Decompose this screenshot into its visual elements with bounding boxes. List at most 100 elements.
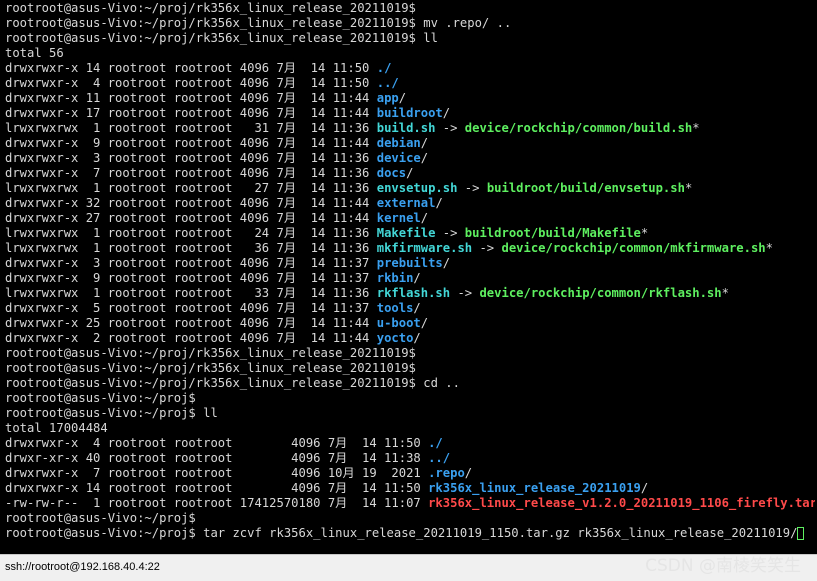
- terminal-window: rootroot@asus-Vivo:~/proj/rk356x_linux_r…: [0, 0, 817, 581]
- terminal-text: rootroot@asus-Vivo:~/proj/rk356x_linux_r…: [5, 346, 416, 360]
- terminal-line: lrwxrwxrwx 1 rootroot rootroot 31 7月 14 …: [5, 121, 815, 136]
- terminal-text: drwxrwxr-x 4 rootroot rootroot 4096 7月 1…: [5, 76, 377, 90]
- terminal-text: /: [442, 256, 451, 270]
- terminal-text: rootroot@asus-Vivo:~/proj/rk356x_linux_r…: [5, 1, 416, 15]
- terminal-text: total 56: [5, 46, 64, 60]
- terminal-text: ->: [450, 286, 480, 300]
- file-name-dir: rk356x_linux_release_20211019: [428, 481, 641, 495]
- terminal-line: lrwxrwxrwx 1 rootroot rootroot 36 7月 14 …: [5, 241, 815, 256]
- terminal-text: /: [413, 331, 421, 345]
- terminal-text: -rw-rw-r-- 1 rootroot rootroot 174125701…: [5, 496, 429, 510]
- file-name-dir: yocto: [376, 331, 414, 345]
- terminal-text: /: [442, 106, 451, 120]
- terminal-text: lrwxrwxrwx 1 rootroot rootroot 31 7月 14 …: [5, 121, 377, 135]
- terminal-text: lrwxrwxrwx 1 rootroot rootroot 36 7月 14 …: [5, 241, 377, 255]
- terminal-text: drwxrwxr-x 3 rootroot rootroot 4096 7月 1…: [5, 151, 377, 165]
- terminal-line: drwxrwxr-x 9 rootroot rootroot 4096 7月 1…: [5, 136, 815, 151]
- terminal-text: rootroot@asus-Vivo:~/proj$: [5, 511, 196, 525]
- file-name-link: envsetup.sh: [376, 181, 458, 195]
- terminal-line: lrwxrwxrwx 1 rootroot rootroot 33 7月 14 …: [5, 286, 815, 301]
- text-cursor: [797, 527, 805, 540]
- terminal-text: drwxrwxr-x 27 rootroot rootroot 4096 7月 …: [5, 211, 377, 225]
- file-name-dir: external: [376, 196, 436, 210]
- terminal-line: drwxrwxr-x 5 rootroot rootroot 4096 7月 1…: [5, 301, 815, 316]
- connection-address: ssh://rootroot@192.168.40.4:22: [5, 561, 160, 573]
- terminal-text: /: [464, 466, 473, 480]
- terminal-text: ->: [435, 121, 465, 135]
- status-bar: ssh://rootroot@192.168.40.4:22: [0, 554, 817, 581]
- terminal-text: drwxrwxr-x 2 rootroot rootroot 4096 7月 1…: [5, 331, 377, 345]
- terminal-line: rootroot@asus-Vivo:~/proj/rk356x_linux_r…: [5, 31, 815, 46]
- file-name-dir: ./: [428, 436, 443, 450]
- file-name-dir: device: [376, 151, 421, 165]
- file-name-link: Makefile: [376, 226, 436, 240]
- terminal-line: drwxrwxr-x 4 rootroot rootroot 4096 7月 1…: [5, 76, 815, 91]
- terminal-text: /: [420, 211, 429, 225]
- terminal-line: drwxrwxr-x 14 rootroot rootroot 4096 7月 …: [5, 481, 815, 496]
- file-name-exec: device/rockchip/common/rkflash.sh: [479, 286, 722, 300]
- terminal-text: /: [413, 271, 421, 285]
- file-name-link: rkflash.sh: [376, 286, 451, 300]
- file-name-dir: rkbin: [376, 271, 414, 285]
- terminal-text: /: [420, 136, 429, 150]
- terminal-line: rootroot@asus-Vivo:~/proj$: [5, 511, 815, 526]
- terminal-text: drwxrwxr-x 3 rootroot rootroot 4096 7月 1…: [5, 256, 377, 270]
- terminal-text: drwxrwxr-x 9 rootroot rootroot 4096 7月 1…: [5, 136, 377, 150]
- file-name-exec: buildroot/build/Makefile: [464, 226, 641, 240]
- file-name-dir: tools: [376, 301, 414, 315]
- terminal-line: total 17004484: [5, 421, 815, 436]
- terminal-line: rootroot@asus-Vivo:~/proj/rk356x_linux_r…: [5, 346, 815, 361]
- terminal-text: drwxrwxr-x 32 rootroot rootroot 4096 7月 …: [5, 196, 377, 210]
- terminal-line: drwxrwxr-x 4 rootroot rootroot 4096 7月 1…: [5, 436, 815, 451]
- terminal-text: drwxrwxr-x 17 rootroot rootroot 4096 7月 …: [5, 106, 377, 120]
- terminal-line: -rw-rw-r-- 1 rootroot rootroot 174125701…: [5, 496, 815, 511]
- terminal-text: ->: [472, 241, 502, 255]
- terminal-line: drwxrwxr-x 7 rootroot rootroot 4096 7月 1…: [5, 166, 815, 181]
- terminal-line: drwxrwxr-x 3 rootroot rootroot 4096 7月 1…: [5, 256, 815, 271]
- terminal-text: /: [420, 151, 429, 165]
- terminal-line: drwxrwxr-x 32 rootroot rootroot 4096 7月 …: [5, 196, 815, 211]
- terminal-line: drwxrwxr-x 25 rootroot rootroot 4096 7月 …: [5, 316, 815, 331]
- file-name-exec: device/rockchip/common/mkfirmware.sh: [501, 241, 766, 255]
- terminal-line: rootroot@asus-Vivo:~/proj$: [5, 391, 815, 406]
- file-name-arch: rk356x_linux_release_v1.2.0_20211019_110…: [428, 496, 815, 510]
- terminal-output[interactable]: rootroot@asus-Vivo:~/proj/rk356x_linux_r…: [5, 1, 815, 553]
- terminal-text: drwxrwxr-x 9 rootroot rootroot 4096 7月 1…: [5, 271, 377, 285]
- terminal-line: drwxrwxr-x 3 rootroot rootroot 4096 7月 1…: [5, 151, 815, 166]
- file-name-dir: kernel: [376, 211, 421, 225]
- terminal-text: drwxrwxr-x 11 rootroot rootroot 4096 7月 …: [5, 91, 377, 105]
- terminal-text: rootroot@asus-Vivo:~/proj/rk356x_linux_r…: [5, 31, 438, 45]
- file-name-dir: docs: [376, 166, 407, 180]
- terminal-text: *: [684, 181, 693, 195]
- terminal-line: drwxrwxr-x 7 rootroot rootroot 4096 10月 …: [5, 466, 815, 481]
- terminal-text: drwxrwxr-x 25 rootroot rootroot 4096 7月 …: [5, 316, 377, 330]
- terminal-line: drwxr-xr-x 40 rootroot rootroot 4096 7月 …: [5, 451, 815, 466]
- terminal-line: rootroot@asus-Vivo:~/proj$ ll: [5, 406, 815, 421]
- terminal-text: /: [435, 196, 443, 210]
- file-name-dir: ./: [376, 61, 392, 75]
- file-name-dir: app: [376, 91, 399, 105]
- terminal-line: rootroot@asus-Vivo:~/proj/rk356x_linux_r…: [5, 16, 815, 31]
- terminal-text: rootroot@asus-Vivo:~/proj/rk356x_linux_r…: [5, 16, 512, 30]
- terminal-text: *: [640, 226, 649, 240]
- terminal-line: lrwxrwxrwx 1 rootroot rootroot 27 7月 14 …: [5, 181, 815, 196]
- terminal-text: drwxrwxr-x 7 rootroot rootroot 4096 10月 …: [5, 466, 429, 480]
- terminal-text: ->: [435, 226, 465, 240]
- terminal-line: drwxrwxr-x 9 rootroot rootroot 4096 7月 1…: [5, 271, 815, 286]
- terminal-line: drwxrwxr-x 27 rootroot rootroot 4096 7月 …: [5, 211, 815, 226]
- file-name-exec: device/rockchip/common/build.sh: [464, 121, 693, 135]
- file-name-dir: u-boot: [376, 316, 421, 330]
- file-name-dir: .repo: [428, 466, 465, 480]
- file-name-link: build.sh: [376, 121, 436, 135]
- terminal-line: rootroot@asus-Vivo:~/proj/rk356x_linux_r…: [5, 361, 815, 376]
- terminal-line: rootroot@asus-Vivo:~/proj$ tar zcvf rk35…: [5, 526, 815, 541]
- terminal-text: lrwxrwxrwx 1 rootroot rootroot 27 7月 14 …: [5, 181, 377, 195]
- file-name-dir: ../: [376, 76, 399, 90]
- terminal-text: rootroot@asus-Vivo:~/proj/rk356x_linux_r…: [5, 376, 460, 390]
- terminal-text: rootroot@asus-Vivo:~/proj$: [5, 391, 196, 405]
- terminal-text: rootroot@asus-Vivo:~/proj$ ll: [5, 406, 218, 420]
- terminal-text: rootroot@asus-Vivo:~/proj/rk356x_linux_r…: [5, 361, 416, 375]
- terminal-line: drwxrwxr-x 14 rootroot rootroot 4096 7月 …: [5, 61, 815, 76]
- terminal-line: rootroot@asus-Vivo:~/proj/rk356x_linux_r…: [5, 376, 815, 391]
- file-name-dir: prebuilts: [376, 256, 443, 270]
